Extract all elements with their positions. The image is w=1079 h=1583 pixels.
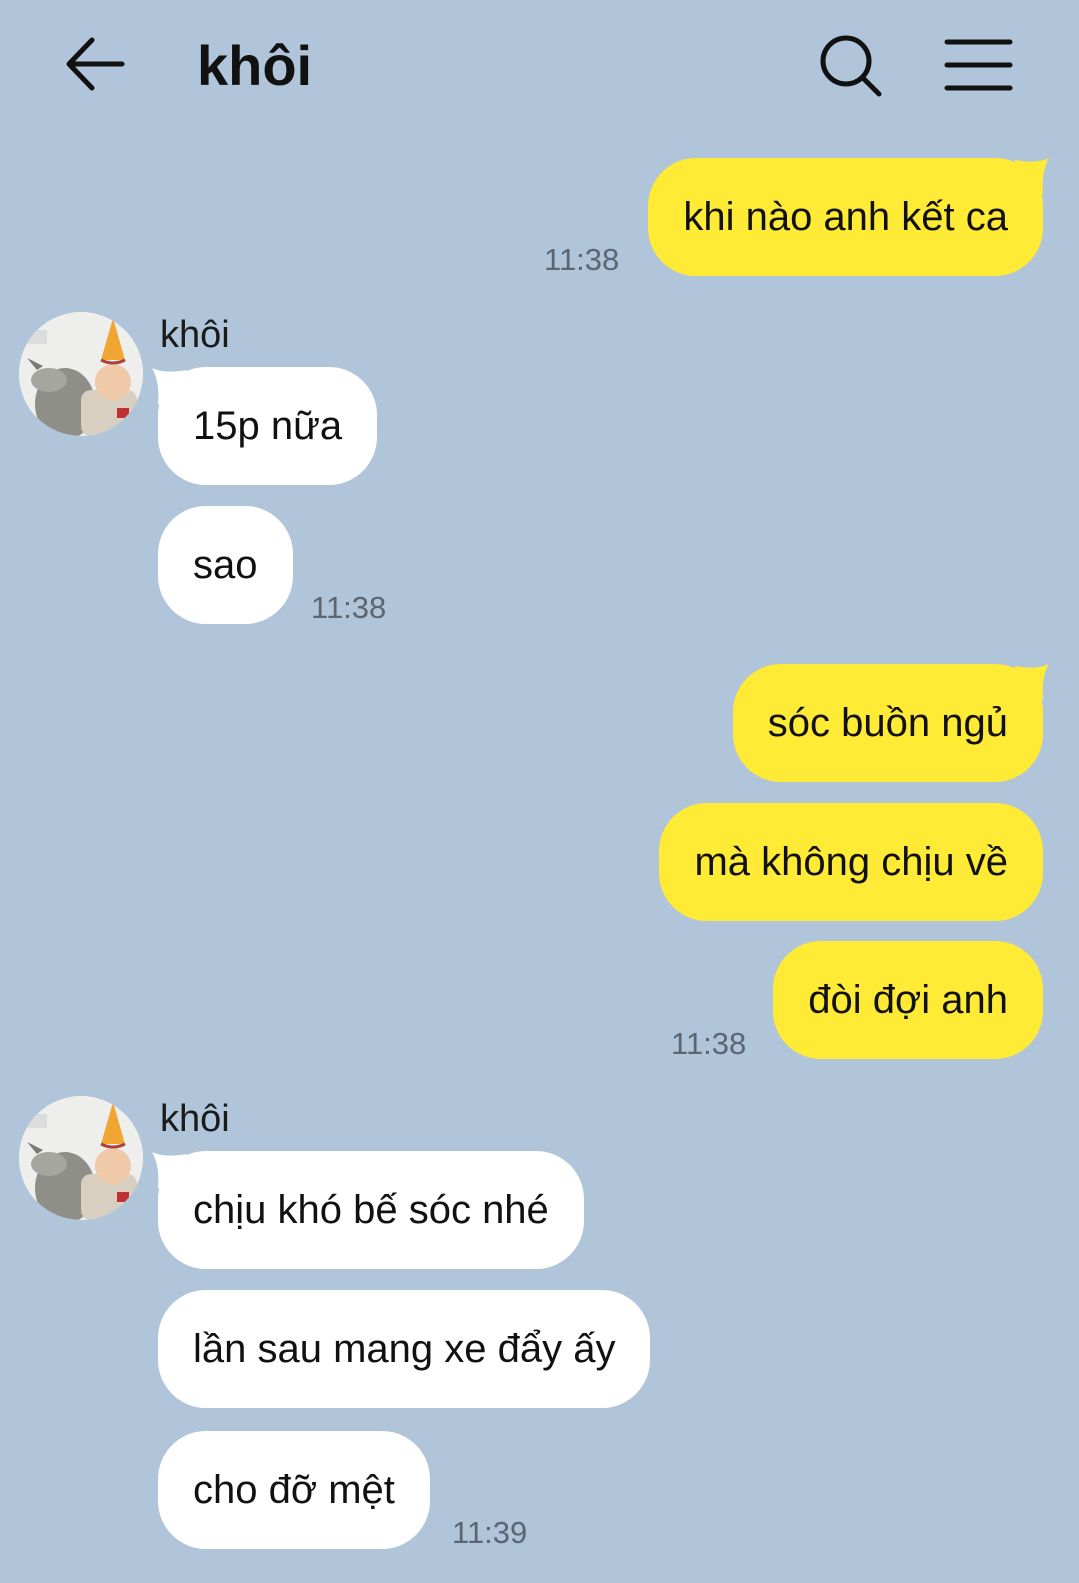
message-text: sao — [193, 543, 258, 587]
message-text: 15p nữa — [193, 404, 343, 448]
incoming-message[interactable]: 15p nữa — [158, 367, 378, 485]
message-text: đòi đợi anh — [808, 978, 1008, 1022]
chat-header: khôi — [0, 0, 1079, 135]
message-text: khi nào anh kết ca — [683, 195, 1008, 239]
incoming-message[interactable]: cho đỡ mệt — [158, 1431, 430, 1549]
message-text: cho đỡ mệt — [193, 1468, 395, 1512]
message-text: mà không chịu về — [694, 840, 1008, 884]
incoming-message[interactable]: sao — [158, 506, 293, 624]
bubble-tail-icon — [1015, 664, 1049, 700]
message-text: lần sau mang xe đẩy ấy — [193, 1327, 616, 1371]
outgoing-message[interactable]: sóc buồn ngủ — [732, 664, 1043, 782]
arrow-left-icon — [66, 37, 125, 91]
avatar-photo-icon — [19, 312, 143, 436]
sender-name: khôi — [160, 1098, 230, 1140]
back-button[interactable] — [58, 30, 130, 98]
message-time: 11:38 — [311, 590, 387, 625]
chat-title: khôi — [197, 34, 313, 97]
outgoing-message[interactable]: khi nào anh kết ca — [648, 158, 1043, 276]
outgoing-message[interactable]: mà không chịu về — [659, 803, 1043, 921]
message-time: 11:39 — [452, 1515, 528, 1550]
hamburger-menu-icon — [944, 39, 1013, 91]
message-time: 11:38 — [544, 242, 620, 277]
message-text: chịu khó bế sóc nhé — [193, 1188, 549, 1232]
search-icon — [820, 35, 882, 97]
incoming-message[interactable]: chịu khó bế sóc nhé — [158, 1151, 584, 1269]
sender-name: khôi — [160, 314, 230, 356]
avatar-photo-icon — [19, 1096, 143, 1220]
avatar[interactable] — [19, 312, 143, 436]
outgoing-message[interactable]: đòi đợi anh — [773, 941, 1043, 1059]
menu-button[interactable] — [940, 34, 1016, 98]
incoming-message[interactable]: lần sau mang xe đẩy ấy — [158, 1290, 651, 1408]
bubble-tail-icon — [1015, 158, 1049, 194]
avatar[interactable] — [19, 1096, 143, 1220]
message-text: sóc buồn ngủ — [767, 701, 1008, 745]
search-button[interactable] — [815, 30, 887, 102]
message-time: 11:38 — [671, 1026, 747, 1061]
